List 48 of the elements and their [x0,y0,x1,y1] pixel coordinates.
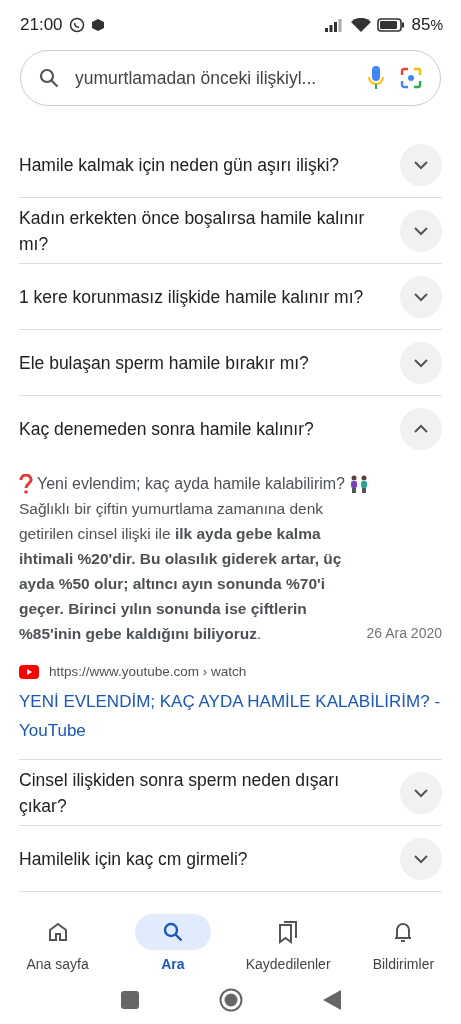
expand-button[interactable] [400,209,442,252]
question-text: Ele bulaşan sperm hamile bırakır mı? [19,351,310,375]
question-text: Hamilelik için kaç cm girmeli? [19,847,249,871]
bookmarks-icon [277,920,300,944]
microphone-icon[interactable] [368,65,384,91]
chevron-down-icon [413,853,429,864]
recents-icon[interactable] [120,991,139,1009]
wifi-icon [351,17,372,33]
clock: 21:00 [20,15,63,35]
chevron-down-icon [413,787,429,798]
question-text: Hamile kalmak için neden gün aşırı ilişki? [19,153,340,177]
nav-tab[interactable]: Ana sayfa [0,908,116,976]
expand-button[interactable] [400,837,442,880]
chevron-up-icon [413,423,429,434]
home-icon [46,921,69,943]
video-play-icon [19,664,39,679]
battery-level: 85% [411,15,443,35]
answer-text: Sağlıklı bir çiftin yumurtlama zamanına denk getirilen cinsel ilişki ile ilk ayda gebe kalma ihtimali %20'dir. Bu olasılık giderek artar, üç ayda %50 olur; altıncı ayın sonunda %70'i geçer. Birinci yılın sonunda ise çiftlerin %85'inin gebe kaldığını biliyoruz. [19,499,343,644]
nav-tab[interactable]: Bildirimler [345,908,461,976]
couple-icon [349,473,369,494]
chevron-down-icon [413,291,429,302]
back-icon[interactable] [322,990,341,1010]
nav-tab[interactable]: Kaydedilenler [230,908,346,976]
camera-icon[interactable] [400,67,422,89]
chevron-down-icon [413,357,429,368]
date: 26 Ara 2020 [366,624,442,643]
cube-icon [90,18,105,32]
expand-button[interactable] [400,771,442,814]
collapse-button[interactable] [400,407,442,450]
result-link[interactable]: YENİ EVLENDİM; KAÇ AYDA HAMİLE KALABİLİRİM? - YouTube [19,687,442,745]
question-text: Kadın erkekten önce boşalırsa hamile kalınır mı? [19,206,366,256]
search-query: yumurtlamadan önceki ilişkiyl... [75,67,318,89]
question-mark-icon [19,473,33,494]
expand-button[interactable] [400,275,442,318]
expand-button[interactable] [400,341,442,384]
chevron-down-icon [413,225,429,236]
nav-tab[interactable]: Ara [115,908,231,976]
expand-button[interactable] [400,143,442,186]
question-text: Kaç denemeden sonra hamile kalınır? [19,417,315,441]
answer-heading: Yeni evlendim; kaç ayda hamile kalabilirim? [37,474,345,494]
search-icon [161,921,184,943]
question-text: 1 kere korunmasız ilişkide hamile kalınır mı? [19,285,365,309]
question-text: Cinsel ilişkiden sonra sperm neden dışarı çıkar? [19,768,341,818]
battery-icon [377,18,406,32]
home-button-icon[interactable] [218,988,243,1012]
search-icon [39,68,59,88]
chevron-down-icon [413,159,429,170]
source-url: https://www.youtube.com › watch [49,664,247,679]
